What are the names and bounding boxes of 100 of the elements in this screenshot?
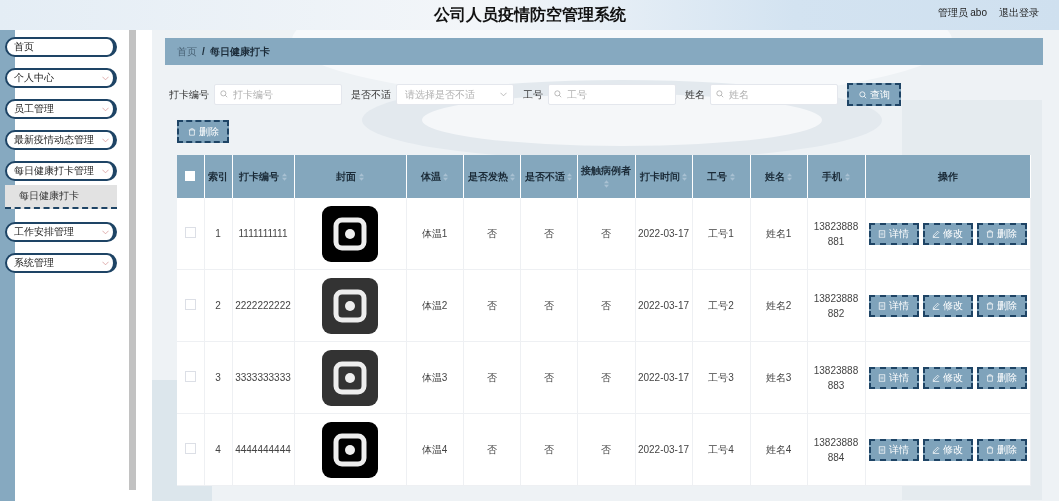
column-header[interactable]: 手机	[807, 155, 865, 198]
submenu-item[interactable]: 每日健康打卡	[5, 185, 117, 209]
sidebar-item[interactable]: 首页	[5, 37, 117, 57]
sort-icon	[729, 172, 735, 181]
filter-label: 是否不适	[351, 87, 391, 102]
table-cell: 工号1	[692, 198, 750, 270]
trash-icon	[187, 127, 196, 136]
table-cell: 2022-03-17	[635, 198, 692, 270]
table-cell: 否	[577, 341, 635, 414]
row-checkbox[interactable]	[184, 299, 196, 310]
column-header[interactable]: 打卡编号	[232, 155, 294, 198]
filter-label: 姓名	[685, 87, 705, 102]
sidebar-item[interactable]: 系统管理	[5, 253, 117, 273]
breadcrumb-separator: /	[202, 46, 205, 57]
sort-icon	[443, 172, 449, 181]
search-icon	[554, 90, 562, 98]
table-cell: 2022-03-17	[635, 341, 692, 414]
document-icon	[878, 445, 886, 454]
row-checkbox[interactable]	[184, 227, 196, 238]
filter-label: 工号	[523, 87, 543, 102]
row-checkbox[interactable]	[184, 443, 196, 454]
table-cell: 1111111111	[232, 198, 294, 270]
logout-link[interactable]: 退出登录	[999, 6, 1039, 20]
table-cell: 2022-03-17	[635, 413, 692, 486]
sidebar-item[interactable]: 每日健康打卡管理	[5, 161, 117, 181]
document-icon	[878, 229, 886, 238]
table-cell: 否	[520, 198, 577, 270]
table-cell: 工号3	[692, 341, 750, 414]
sort-icon	[682, 172, 688, 181]
trash-icon	[986, 445, 994, 454]
column-header[interactable]: 是否不适	[520, 155, 577, 198]
caret-icon	[102, 229, 109, 235]
table-cell: 3333333333	[232, 341, 294, 414]
column-header: 索引	[204, 155, 232, 198]
table-cell: 4	[204, 413, 232, 486]
select-all-checkbox[interactable]	[185, 170, 196, 181]
search-field[interactable]: 姓名	[710, 84, 838, 105]
column-header[interactable]: 工号	[692, 155, 750, 198]
caret-icon	[102, 260, 109, 266]
pencil-icon	[932, 445, 940, 454]
column-header[interactable]: 封面	[294, 155, 406, 198]
table-cell: 否	[577, 269, 635, 342]
sort-icon	[567, 172, 573, 181]
select-field[interactable]: 请选择是否不适	[396, 84, 514, 105]
search-icon	[716, 90, 724, 98]
table-cell: 姓名2	[750, 269, 807, 342]
trash-icon	[986, 301, 994, 310]
table-cell: 否	[463, 269, 520, 342]
table-cell: 2	[204, 269, 232, 342]
pencil-icon	[932, 373, 940, 382]
table-cell: 否	[520, 341, 577, 414]
column-header[interactable]: 姓名	[750, 155, 807, 198]
table-cell: 3	[204, 341, 232, 414]
table-cell: 体温2	[406, 269, 463, 342]
sidebar-item[interactable]: 个人中心	[5, 68, 117, 88]
column-header[interactable]: 是否发热	[463, 155, 520, 198]
table-cell: 2022-03-17	[635, 269, 692, 342]
trash-icon	[986, 229, 994, 238]
table-cell: 姓名1	[750, 198, 807, 270]
table-cell: 否	[463, 198, 520, 270]
column-header[interactable]: 接触病例者	[577, 155, 635, 198]
document-icon	[878, 373, 886, 382]
search-icon	[220, 90, 228, 98]
table-cell: 否	[520, 413, 577, 486]
pencil-icon	[932, 301, 940, 310]
sort-icon	[787, 172, 793, 181]
search-field[interactable]: 打卡编号	[214, 84, 342, 105]
table-cell: 4444444444	[232, 413, 294, 486]
caret-icon	[102, 75, 109, 81]
search-field[interactable]: 工号	[548, 84, 676, 105]
column-header[interactable]: 打卡时间	[635, 155, 692, 198]
sort-icon	[510, 172, 516, 181]
caret-icon	[102, 168, 109, 174]
table-cell: 工号4	[692, 413, 750, 486]
row-checkbox[interactable]	[184, 371, 196, 382]
user-label: 管理员 abo	[937, 6, 987, 20]
sort-icon	[281, 172, 287, 181]
document-icon	[878, 301, 886, 310]
table-cell: 体温3	[406, 341, 463, 414]
table-cell: 13823888884	[807, 413, 865, 486]
column-header[interactable]: 体温	[406, 155, 463, 198]
breadcrumb-item: 每日健康打卡	[209, 44, 270, 59]
app-title: 公司人员疫情防空管理系统	[433, 4, 626, 25]
sidebar-item[interactable]: 最新疫情动态管理	[5, 130, 117, 150]
scrollbar[interactable]	[129, 30, 136, 490]
table-cell: 13823888883	[807, 341, 865, 414]
pencil-icon	[932, 229, 940, 238]
table-cell: 姓名3	[750, 341, 807, 414]
sort-icon	[844, 172, 850, 181]
sort-icon	[603, 180, 609, 189]
caret-icon	[102, 106, 109, 112]
caret-icon	[500, 92, 507, 97]
trash-icon	[986, 373, 994, 382]
search-icon	[858, 90, 867, 99]
table-cell: 1	[204, 198, 232, 270]
sidebar-item[interactable]: 员工管理	[5, 99, 117, 119]
table-cell: 否	[520, 269, 577, 342]
column-header: 操作	[865, 155, 1030, 198]
table-cell: 否	[577, 413, 635, 486]
sidebar-item[interactable]: 工作安排管理	[5, 222, 117, 242]
